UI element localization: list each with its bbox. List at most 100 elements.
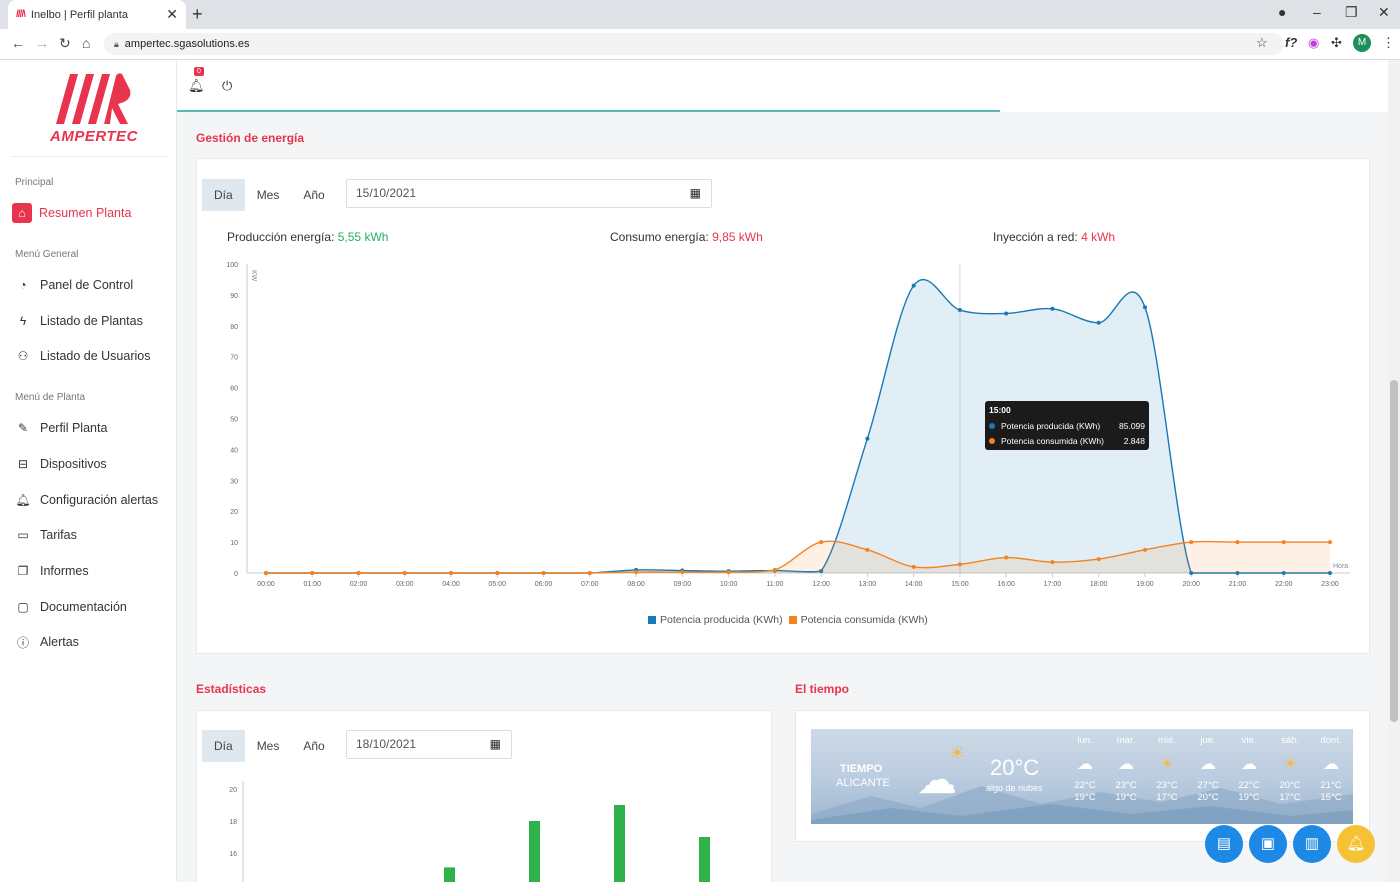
sidebar-item-informes[interactable]: ❐ Informes xyxy=(15,559,175,583)
x-tick-label: 11:00 xyxy=(766,581,783,588)
sidebar-item-alertas[interactable]: ⓘ Alertas xyxy=(15,630,175,654)
address-bar[interactable]: 🔒︎ ampertec.sgasolutions.es xyxy=(104,33,1284,55)
consumed-point xyxy=(1235,540,1240,545)
legend-label-consumed[interactable]: Potencia consumida (KWh) xyxy=(801,614,928,626)
consumed-point xyxy=(819,540,824,545)
x-tick-label: 09:00 xyxy=(674,581,692,588)
x-tick-label: 21:00 xyxy=(1229,581,1247,588)
profile-shield-icon[interactable]: ● xyxy=(1278,4,1286,20)
cloud-icon: ☁︎ xyxy=(1077,756,1093,773)
notifications-bell-icon[interactable]: 🔔︎ xyxy=(188,78,205,94)
x-tick-label: 05:00 xyxy=(489,581,507,588)
production-summary: Producción energía: 5,55 kWh xyxy=(227,230,388,244)
sidebar-item-panel-control[interactable]: ◔ Panel de Control xyxy=(15,273,175,297)
x-tick-label: 12:00 xyxy=(812,581,830,588)
day-high: 22°C xyxy=(1074,780,1096,791)
tab-mes[interactable]: Mes xyxy=(245,179,292,211)
stats-bar xyxy=(614,805,625,882)
y-tick-label: 80 xyxy=(230,324,238,331)
stats-chart[interactable]: 16 18 20 xyxy=(197,781,771,882)
tab-mes[interactable]: Mes xyxy=(245,730,292,762)
sidebar-item-perfil-planta[interactable]: ✎ Perfil Planta xyxy=(15,416,175,440)
consumed-point xyxy=(1328,540,1332,545)
ampertec-logo[interactable]: AMPERTEC xyxy=(48,72,137,148)
consumed-area xyxy=(266,541,1330,573)
stats-date-input[interactable]: 18/10/2021 ▦ xyxy=(346,730,512,759)
legend-label-produced[interactable]: Potencia producida (KWh) xyxy=(660,614,783,626)
sidebar-item-listado-usuarios[interactable]: ⚇ Listado de Usuarios xyxy=(15,344,175,368)
alerts-fab-button[interactable]: 🔔︎ xyxy=(1337,825,1375,863)
sidebar-item-tarifas[interactable]: ▭ Tarifas xyxy=(15,523,175,547)
chart-fab-button[interactable]: ▥ xyxy=(1293,825,1331,863)
day-name: mar. xyxy=(1116,735,1136,746)
window-close-button[interactable]: ✕ xyxy=(1378,4,1390,21)
cloud-icon: ☁︎ xyxy=(1200,756,1216,773)
close-icon[interactable]: ✕ xyxy=(166,6,178,23)
consumed-point xyxy=(264,571,268,575)
color-extension-icon[interactable]: ◉ xyxy=(1308,35,1319,51)
report-fab-button[interactable]: ▤ xyxy=(1205,825,1243,863)
url-text: ampertec.sgasolutions.es xyxy=(124,38,250,50)
bookmark-star-icon[interactable]: ☆ xyxy=(1256,35,1268,51)
day-name: lun. xyxy=(1077,735,1093,746)
sidebar-item-configuracion-alertas[interactable]: 🔔︎ Configuración alertas xyxy=(15,488,175,512)
injection-value: 4 kWh xyxy=(1081,230,1116,244)
forward-arrow-icon[interactable]: → xyxy=(35,35,49,51)
reload-icon[interactable]: ↻ xyxy=(59,35,71,52)
weather-card: TIEMPO ALICANTE ☁︎ ☀︎ 20°C algo de nubes… xyxy=(795,710,1370,842)
consumed-point xyxy=(310,571,315,575)
x-tick-label: 13:00 xyxy=(859,581,877,588)
fx-extension-icon[interactable]: f? xyxy=(1285,35,1297,50)
new-tab-button[interactable]: + xyxy=(192,4,203,25)
consumed-point xyxy=(1189,540,1194,545)
consumed-point xyxy=(1281,540,1286,545)
tab-ano[interactable]: Año xyxy=(291,730,336,762)
calendar-icon[interactable]: ▦ xyxy=(690,180,701,207)
consumed-point xyxy=(402,571,407,575)
minimize-button[interactable]: – xyxy=(1313,4,1321,20)
consumed-point xyxy=(449,571,454,575)
browser-tab[interactable]: ////\ Inelbo | Perfil planta ✕ xyxy=(8,0,186,29)
energy-section-title: Gestión de energía xyxy=(196,131,305,145)
date-value: 18/10/2021 xyxy=(356,737,417,751)
sidebar-divider xyxy=(10,156,168,157)
y-axis-label: KW xyxy=(250,270,257,282)
home-icon[interactable]: ⌂ xyxy=(82,35,90,51)
sidebar-item-resumen-planta[interactable]: ⌂ Resumen Planta xyxy=(12,201,175,225)
stats-y-tick-label: 18 xyxy=(229,819,237,826)
energy-chart[interactable]: 0 10 20 30 40 50 60 70 80 90 100 00:00 01:00 02:00 03:… xyxy=(197,251,1369,596)
sidebar-item-label: Panel de Control xyxy=(40,278,134,292)
lock-icon: 🔒︎ xyxy=(114,38,119,49)
weather-widget[interactable]: TIEMPO ALICANTE ☁︎ ☀︎ 20°C algo de nubes… xyxy=(811,729,1353,824)
back-arrow-icon[interactable]: ← xyxy=(11,35,25,51)
scrollbar-thumb[interactable] xyxy=(1390,380,1398,722)
energy-date-input[interactable]: 15/10/2021 ▦ xyxy=(346,179,712,208)
page-scrollbar[interactable] xyxy=(1388,60,1400,882)
restore-button[interactable]: ❐ xyxy=(1345,4,1358,21)
profile-avatar[interactable]: M xyxy=(1353,34,1371,52)
y-tick-label: 10 xyxy=(230,540,238,547)
day-high: 23°C xyxy=(1115,780,1137,791)
tab-ano[interactable]: Año xyxy=(291,179,336,211)
day-low: 19°C xyxy=(1115,792,1137,803)
x-tick-label: 14:00 xyxy=(905,581,923,588)
money-fab-button[interactable]: ▣ xyxy=(1249,825,1287,863)
consumed-dot-icon xyxy=(989,438,995,444)
tab-title: Inelbo | Perfil planta xyxy=(30,8,128,21)
calendar-icon[interactable]: ▦ xyxy=(490,731,501,758)
tab-dia[interactable]: Día xyxy=(202,179,245,211)
sidebar-item-listado-plantas[interactable]: ϟ Listado de Plantas xyxy=(15,309,175,333)
notification-count-badge: 0 xyxy=(194,67,204,76)
menu-dots-icon[interactable]: ⋮ xyxy=(1382,35,1395,51)
power-logout-icon[interactable]: ⏻ xyxy=(222,78,232,94)
tab-dia[interactable]: Día xyxy=(202,730,245,762)
tooltip-label: Potencia consumida (KWh) xyxy=(1001,436,1104,446)
consumed-point xyxy=(726,570,731,575)
consumed-point xyxy=(1096,557,1101,562)
forecast-day: sáb. ☀︎ 20°C 17°C xyxy=(1273,735,1307,804)
sidebar-item-dispositivos[interactable]: ⊟ Dispositivos xyxy=(15,452,175,476)
produced-point xyxy=(865,436,870,441)
date-value: 15/10/2021 xyxy=(356,186,417,200)
puzzle-icon[interactable]: ✣ xyxy=(1331,35,1342,51)
sidebar-item-documentacion[interactable]: ▢ Documentación xyxy=(15,595,175,619)
